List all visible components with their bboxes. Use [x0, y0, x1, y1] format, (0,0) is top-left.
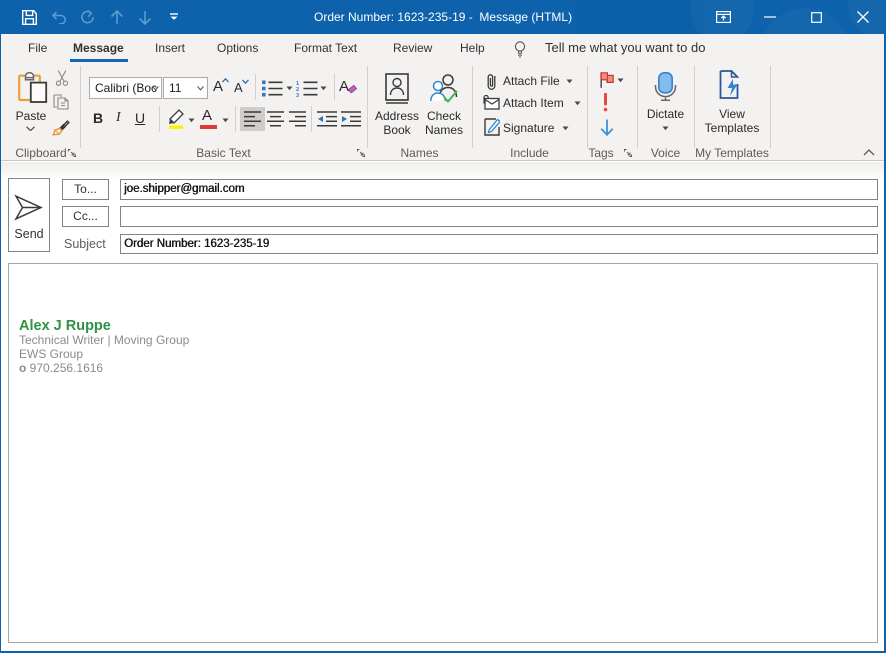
svg-text:3: 3 — [296, 93, 299, 97]
